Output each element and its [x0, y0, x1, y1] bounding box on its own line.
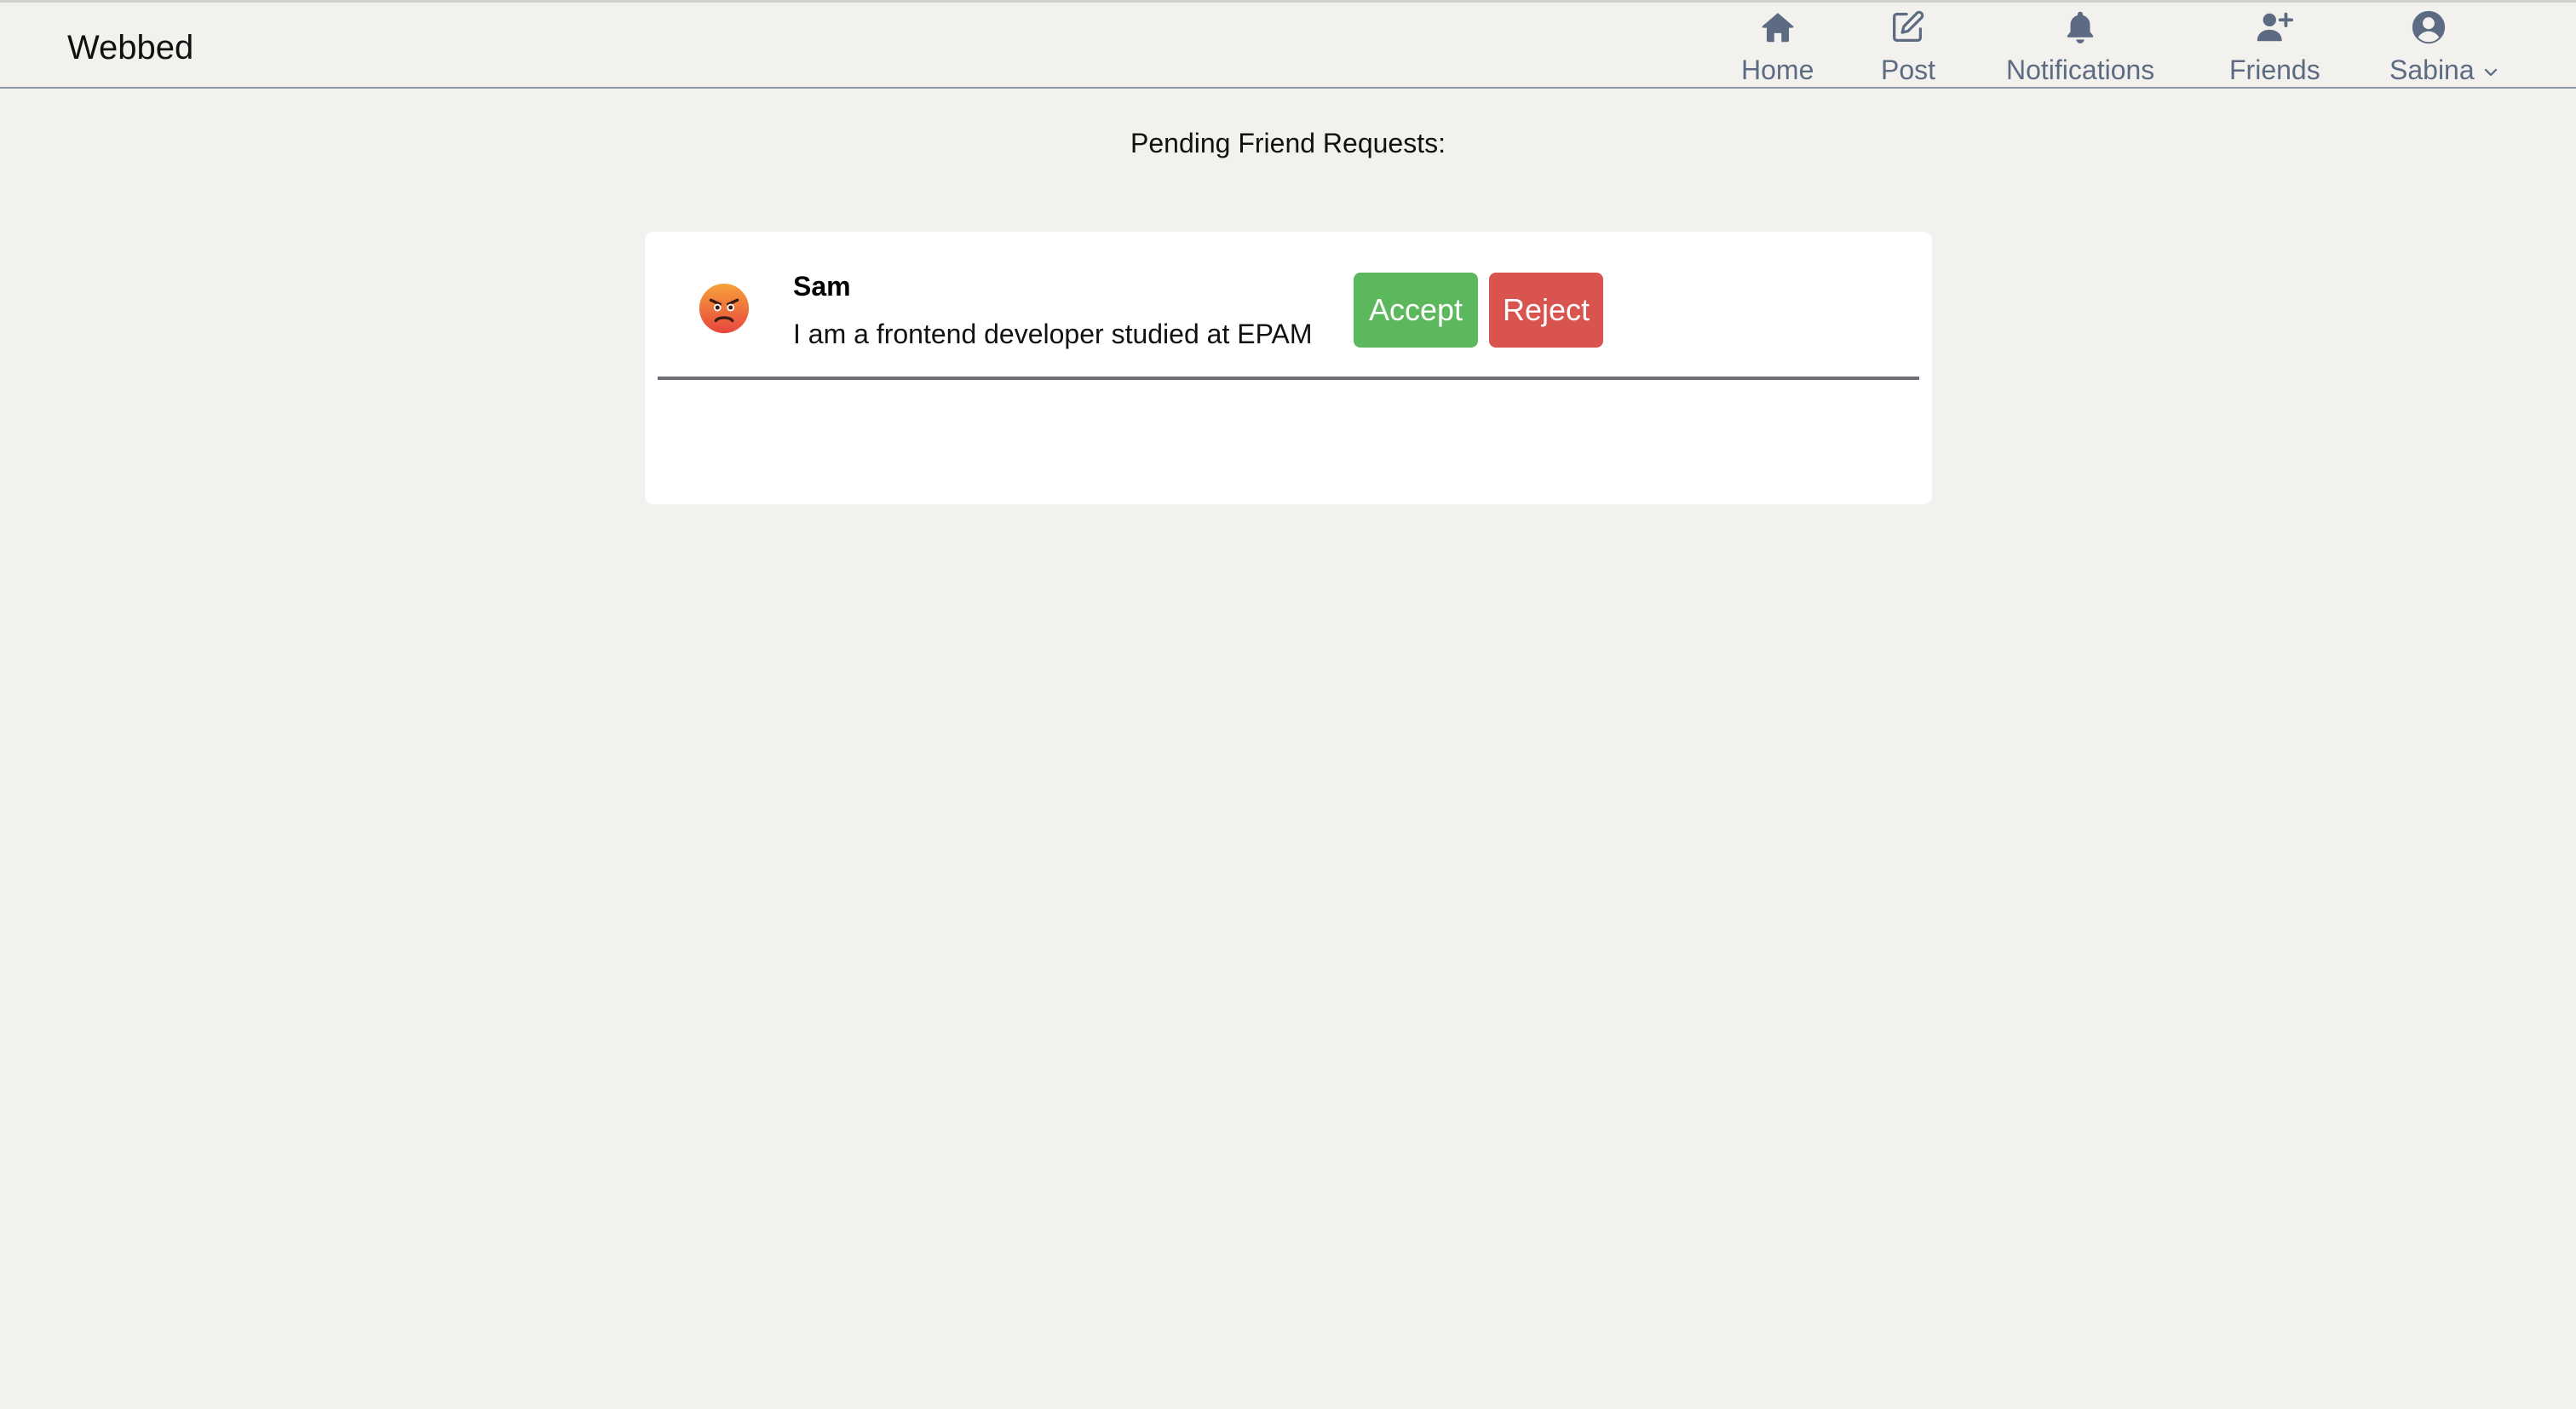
nav-label-friends: Friends: [2229, 55, 2320, 85]
accept-button[interactable]: Accept: [1354, 273, 1478, 348]
bell-icon: [2061, 8, 2100, 47]
user-name: Sabina: [2389, 55, 2475, 85]
home-icon: [1758, 8, 1797, 47]
avatar: [698, 282, 750, 335]
user-circle-icon: [2409, 8, 2448, 47]
nav-item-notifications[interactable]: Notifications: [2006, 6, 2154, 88]
friend-requests-card: Sam I am a frontend developer studied at…: [645, 232, 1932, 504]
friend-request-row: Sam I am a frontend developer studied at…: [658, 232, 1919, 380]
nav-label-post: Post: [1881, 55, 1936, 85]
nav-label-notifications: Notifications: [2006, 55, 2155, 85]
nav-item-home[interactable]: Home: [1741, 6, 1814, 88]
nav-item-post[interactable]: Post: [1881, 6, 1935, 88]
page-title: Pending Friend Requests:: [1130, 128, 1446, 158]
nav-label-user: Sabina: [2389, 54, 2498, 86]
request-sender-bio: I am a frontend developer studied at EPA…: [793, 319, 1313, 349]
brand-logo[interactable]: Webbed: [67, 26, 193, 69]
nav-label-home: Home: [1741, 55, 1814, 85]
edit-icon: [1889, 8, 1928, 47]
reject-button[interactable]: Reject: [1489, 273, 1603, 348]
request-sender-name: Sam: [793, 271, 851, 302]
nav-user-menu[interactable]: Sabina: [2389, 6, 2498, 88]
top-navbar: Webbed Home Post Notifications Friends S…: [0, 0, 2576, 89]
user-plus-icon: [2255, 8, 2294, 47]
chevron-down-icon[interactable]: [2483, 65, 2498, 80]
nav-item-friends[interactable]: Friends: [2229, 6, 2320, 88]
